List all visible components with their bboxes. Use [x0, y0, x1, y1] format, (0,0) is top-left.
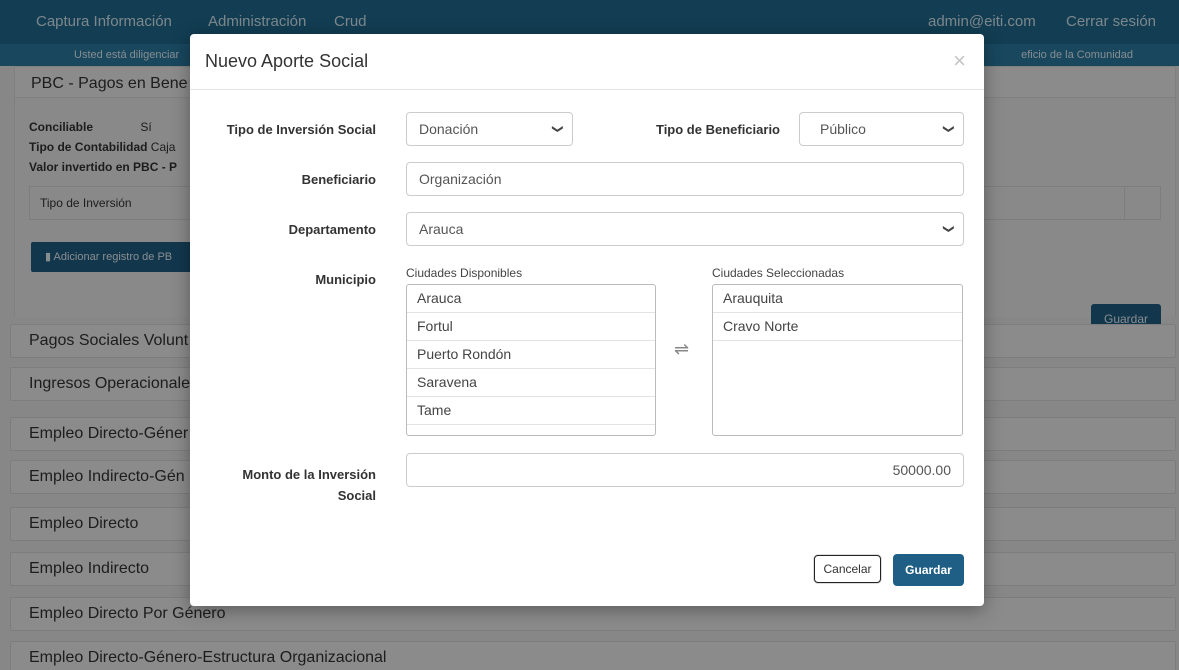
list-item[interactable]: Fortul: [407, 313, 655, 341]
ciudades-seleccionadas-list[interactable]: Arauquita Cravo Norte: [712, 284, 963, 436]
beneficiario-label: Beneficiario: [301, 172, 376, 187]
save-button[interactable]: Guardar: [893, 554, 964, 586]
list-item[interactable]: Cravo Norte: [713, 313, 962, 341]
ciudades-seleccionadas-caption: Ciudades Seleccionadas: [712, 266, 845, 280]
monto-value: 50000.00: [892, 462, 951, 478]
departamento-value: Arauca: [419, 221, 464, 237]
list-item[interactable]: Arauca: [407, 285, 655, 313]
beneficiario-input[interactable]: Organización: [406, 162, 964, 196]
modal-title: Nuevo Aporte Social: [205, 51, 369, 71]
tipo-beneficiario-label: Tipo de Beneficiario: [655, 122, 780, 137]
list-item[interactable]: Saravena: [407, 369, 655, 397]
modal-footer: Cancelar Guardar: [190, 534, 984, 606]
list-item[interactable]: Arauquita: [713, 285, 962, 313]
tipo-beneficiario-select[interactable]: Público ❯: [799, 112, 964, 146]
ciudades-disponibles-list[interactable]: Arauca Fortul Puerto Rondón Saravena Tam…: [406, 284, 656, 436]
nuevo-aporte-social-modal: Nuevo Aporte Social × Tipo de Inversión …: [190, 34, 984, 606]
tipo-inversion-value: Donación: [419, 121, 479, 137]
chevron-down-icon: ❯: [942, 224, 955, 234]
chevron-down-icon: ❯: [551, 124, 564, 134]
monto-inversion-label: Monto de la Inversión Social: [242, 464, 376, 506]
departamento-select[interactable]: Arauca ❯: [406, 212, 964, 246]
close-icon[interactable]: ×: [953, 48, 966, 74]
modal-header: Nuevo Aporte Social ×: [190, 34, 984, 90]
municipio-label: Municipio: [315, 272, 376, 287]
beneficiario-value: Organización: [419, 171, 502, 187]
monto-label-line1: Monto de la Inversión: [242, 467, 376, 482]
tipo-inversion-select[interactable]: Donación ❯: [406, 112, 573, 146]
list-item[interactable]: Tame: [407, 397, 655, 425]
tipo-inversion-label: Tipo de Inversión Social: [226, 122, 376, 137]
swap-arrows-icon[interactable]: ⇌: [674, 339, 689, 360]
list-item[interactable]: Puerto Rondón: [407, 341, 655, 369]
monto-label-line2: Social: [337, 488, 376, 503]
cancel-button[interactable]: Cancelar: [814, 555, 881, 583]
chevron-down-icon: ❯: [942, 124, 955, 134]
ciudades-disponibles-caption: Ciudades Disponibles: [406, 266, 523, 280]
departamento-label: Departamento: [288, 222, 376, 237]
tipo-beneficiario-value: Público: [820, 121, 866, 137]
monto-inversion-input[interactable]: 50000.00: [406, 453, 964, 487]
